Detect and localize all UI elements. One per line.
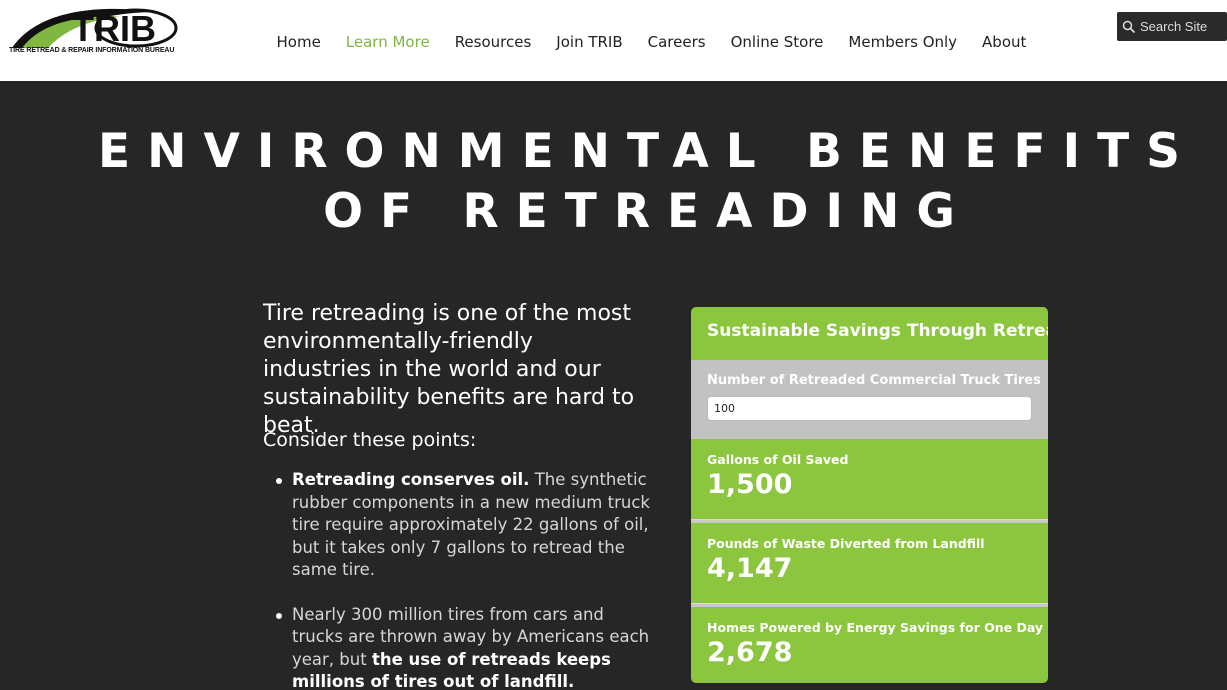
benefit-point: Nearly 300 million tires from cars and t… (276, 604, 652, 690)
nav-careers[interactable]: Careers (648, 33, 706, 51)
site-header: TRIB TIRE RETREAD & REPAIR INFORMATION B… (0, 0, 1227, 81)
search-label: Search Site (1140, 19, 1208, 34)
consider-heading: Consider these points: (263, 429, 477, 451)
calculator-input-section: Number of Retreaded Commercial Truck Tir… (691, 360, 1048, 439)
nav-online-store[interactable]: Online Store (731, 33, 824, 51)
nav-home[interactable]: Home (277, 33, 321, 51)
stat-homes-powered: Homes Powered by Energy Savings for One … (691, 607, 1048, 683)
savings-calculator: Sustainable Savings Through Retreading N… (691, 307, 1048, 683)
page-title-line-1: ENVIRONMENTAL BENEFITS (98, 124, 1197, 179)
nav-join-trib[interactable]: Join TRIB (556, 33, 622, 51)
logo-text: TRIB (72, 8, 156, 49)
nav-members-only[interactable]: Members Only (848, 33, 957, 51)
calculator-title: Sustainable Savings Through Retreading (707, 321, 1048, 341)
page-title-line-2: OF RETREADING (323, 184, 972, 239)
main-nav: Home Learn More Resources Join TRIB Care… (264, 30, 1039, 54)
logo-subtitle: TIRE RETREAD & REPAIR INFORMATION BUREAU (9, 47, 175, 54)
stat-label: Homes Powered by Energy Savings for One … (707, 620, 1044, 635)
benefit-points: Retreading conserves oil. The synthetic … (276, 469, 652, 690)
stat-value: 4,147 (707, 553, 793, 584)
stat-value: 1,500 (707, 469, 793, 500)
tire-count-label: Number of Retreaded Commercial Truck Tir… (707, 373, 1041, 388)
stat-label: Gallons of Oil Saved (707, 452, 849, 467)
tire-count-input[interactable] (707, 396, 1032, 421)
stat-label: Pounds of Waste Diverted from Landfill (707, 536, 985, 551)
page-title: ENVIRONMENTAL BENEFITS OF RETREADING (0, 122, 1227, 242)
intro-paragraph: Tire retreading is one of the most envir… (263, 301, 635, 438)
search-box[interactable]: Search Site (1117, 12, 1227, 41)
stat-value: 2,678 (707, 637, 793, 668)
benefit-point-lead: Retreading conserves oil. (292, 470, 530, 489)
stat-waste-diverted: Pounds of Waste Diverted from Landfill 4… (691, 523, 1048, 603)
benefit-point: Retreading conserves oil. The synthetic … (276, 469, 652, 582)
nav-about[interactable]: About (982, 33, 1026, 51)
nav-resources[interactable]: Resources (455, 33, 532, 51)
nav-learn-more[interactable]: Learn More (346, 33, 430, 51)
search-icon (1122, 20, 1136, 33)
stat-oil-saved: Gallons of Oil Saved 1,500 (691, 439, 1048, 519)
